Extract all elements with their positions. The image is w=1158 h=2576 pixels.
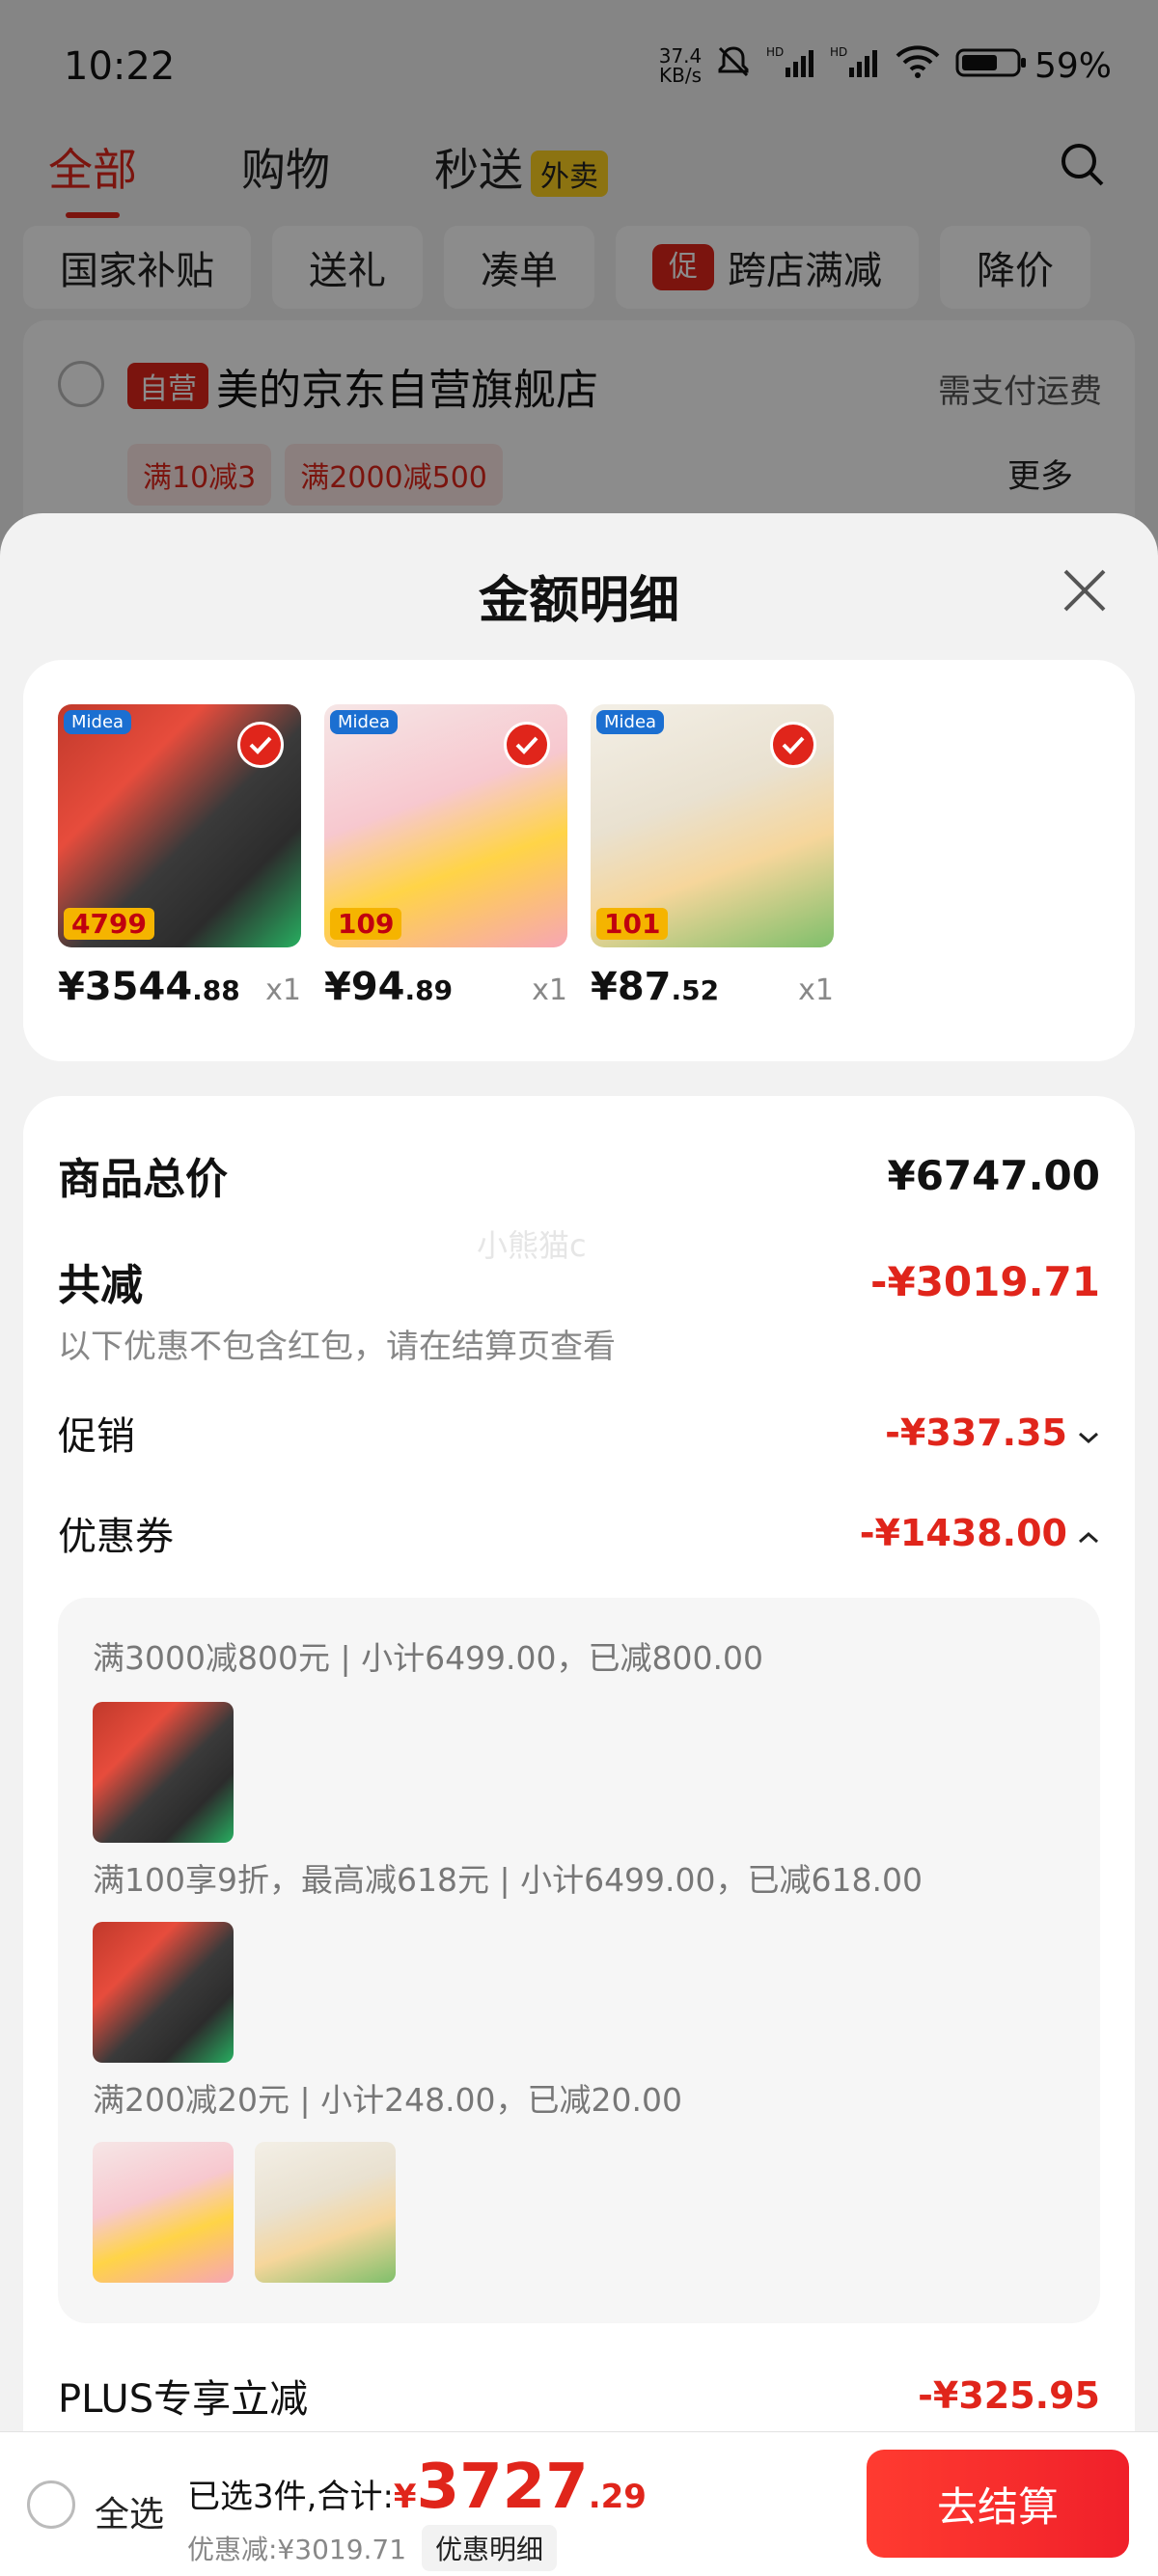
row-plus: PLUS专享立减 -¥325.95 <box>58 2368 1100 2424</box>
promotion-amount: -¥337.35 <box>885 1411 1067 1454</box>
product-qty: x1 <box>265 973 301 1007</box>
coupon-product-thumbnail <box>255 2142 396 2283</box>
row-promotion[interactable]: 促销 -¥337.35 <box>58 1405 1100 1461</box>
price-int: ¥3544 <box>58 965 193 1009</box>
chevron-up-icon <box>1077 1512 1100 1554</box>
reduce-note: 以下优惠不包含红包，请在结算页查看 <box>58 1328 616 1366</box>
check-icon <box>504 722 550 768</box>
product-price: ¥94.89 <box>324 965 453 1009</box>
close-icon[interactable] <box>1058 563 1112 617</box>
price-dec: .88 <box>192 974 240 1006</box>
product-qty: x1 <box>798 973 834 1007</box>
brand-badge: Midea <box>596 710 665 734</box>
amount-breakdown: 小熊猫c 商品总价 ¥6747.00 共减 -¥3019.71 以下优惠不包含红… <box>23 1096 1135 2443</box>
total-amount: 3727 <box>416 2452 589 2523</box>
amount-detail-sheet: 金额明细 Midea 4799 ¥3544.88 x1 Midea 109 ¥9… <box>0 513 1158 2443</box>
product-price: ¥3544.88 <box>58 965 240 1009</box>
plus-value: -¥325.95 <box>918 2374 1100 2417</box>
price-int: ¥94 <box>324 965 405 1009</box>
product-thumbnail: Midea 109 <box>324 704 567 947</box>
check-icon <box>770 722 816 768</box>
coupon-detail-line: 满100享9折，最高减618元 | 小计6499.00，已减618.00 <box>93 1861 923 1899</box>
coupon-product-thumbnail <box>93 2142 234 2283</box>
promotion-value: -¥337.35 <box>885 1411 1100 1454</box>
coupon-detail-line: 满3000减800元 | 小计6499.00，已减800.00 <box>93 1639 763 1677</box>
coupon-amount: -¥1438.00 <box>859 1512 1067 1554</box>
coupon-label: 优惠券 <box>58 1515 174 1559</box>
coupon-product-thumbnail <box>93 1702 234 1843</box>
product-qty: x1 <box>532 973 567 1007</box>
coupon-detail-box: 满3000减800元 | 小计6499.00，已减800.00 满100享9折，… <box>58 1598 1100 2323</box>
price-dec: .52 <box>671 974 720 1006</box>
chevron-down-icon <box>1077 1411 1100 1454</box>
discount-detail-button[interactable]: 优惠明细 <box>422 2525 558 2571</box>
sheet-title: 金额明细 <box>478 572 679 630</box>
total-line: 已选3件,合计: ¥ 3727 .29 <box>187 2452 647 2523</box>
total-value: ¥6747.00 <box>887 1151 1100 1199</box>
thumb-price: 101 <box>596 908 669 940</box>
coupon-detail-line: 满200减20元 | 小计248.00，已减20.00 <box>93 2081 683 2119</box>
total-label: 商品总价 <box>58 1155 228 1204</box>
reduce-value: -¥3019.71 <box>870 1257 1100 1305</box>
product-thumbnail: Midea 101 <box>591 704 834 947</box>
select-all-radio[interactable] <box>27 2480 75 2529</box>
brand-badge: Midea <box>64 710 132 734</box>
row-reduce: 共减 -¥3019.71 <box>58 1250 1100 1312</box>
row-total: 商品总价 ¥6747.00 <box>58 1144 1100 1206</box>
product-item[interactable]: Midea 101 ¥87.52 x1 <box>591 704 834 1009</box>
checkout-bar: 全选 已选3件,合计: ¥ 3727 .29 优惠减:¥3019.71 优惠明细… <box>0 2431 1158 2576</box>
total-yen: ¥ <box>393 2478 417 2516</box>
price-dec: .89 <box>404 974 454 1006</box>
check-icon <box>237 722 284 768</box>
checkout-button[interactable]: 去结算 <box>867 2450 1129 2558</box>
thumb-price: 109 <box>330 908 402 940</box>
reduce-label: 共减 <box>58 1261 143 1310</box>
price-int: ¥87 <box>591 965 672 1009</box>
product-thumbnail: Midea 4799 <box>58 704 301 947</box>
row-coupon[interactable]: 优惠券 -¥1438.00 <box>58 1505 1100 1561</box>
discount-text: 优惠减:¥3019.71 <box>187 2534 407 2565</box>
promotion-label: 促销 <box>58 1414 135 1459</box>
product-price: ¥87.52 <box>591 965 719 1009</box>
coupon-product-thumbnail <box>93 1922 234 2063</box>
dim-overlay[interactable] <box>0 0 1158 540</box>
discount-line: 优惠减:¥3019.71 优惠明细 <box>187 2525 558 2571</box>
product-item[interactable]: Midea 109 ¥94.89 x1 <box>324 704 567 1009</box>
brand-badge: Midea <box>330 710 399 734</box>
product-item[interactable]: Midea 4799 ¥3544.88 x1 <box>58 704 301 1009</box>
total-decimal: .29 <box>588 2478 647 2516</box>
plus-label: PLUS专享立减 <box>58 2377 309 2422</box>
coupon-value: -¥1438.00 <box>860 1512 1100 1554</box>
thumb-price: 4799 <box>64 908 154 940</box>
total-prefix: 已选3件,合计: <box>187 2478 394 2516</box>
selected-products: Midea 4799 ¥3544.88 x1 Midea 109 ¥94.89 … <box>23 660 1135 1061</box>
select-all-label[interactable]: 全选 <box>95 2486 164 2536</box>
